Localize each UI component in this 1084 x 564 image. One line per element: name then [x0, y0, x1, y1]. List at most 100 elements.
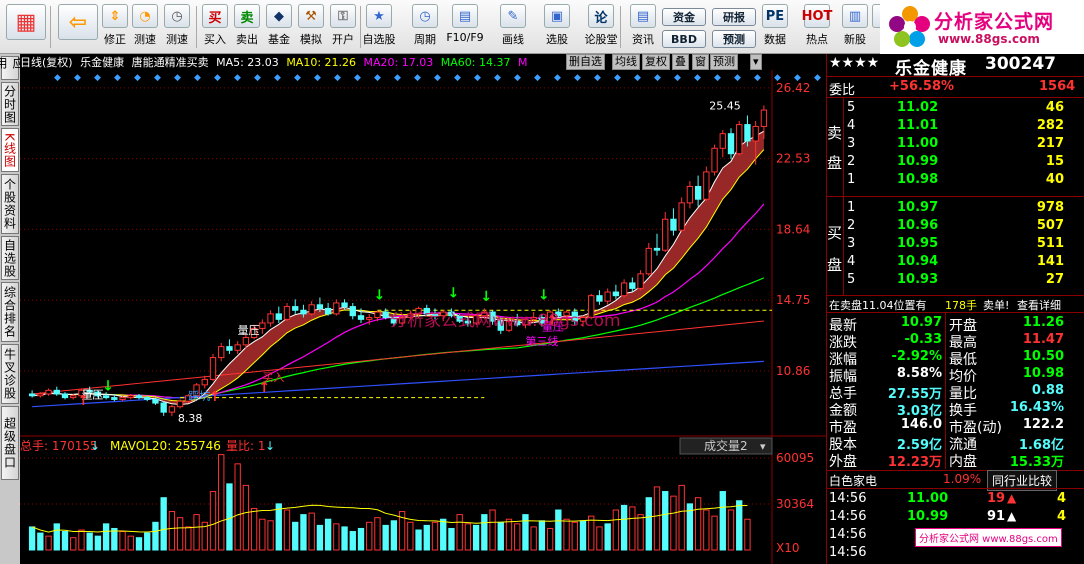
volume-bar: [505, 518, 513, 551]
signal-diamond-icon: ◆: [614, 73, 621, 83]
toolbar-btn-15[interactable]: 论论股堂: [584, 4, 618, 52]
chart-btn-0[interactable]: 删自选: [566, 54, 605, 70]
left-tab-6[interactable]: 牛叉诊股: [1, 344, 19, 404]
left-tab-4[interactable]: 自选股: [1, 236, 19, 280]
volume-bar: [736, 500, 743, 551]
low-price-label: 8.38: [178, 412, 203, 425]
left-tab-2[interactable]: K线图: [1, 128, 19, 172]
sell-label-top: 卖: [827, 124, 843, 142]
volume-bar: [571, 521, 578, 551]
left-tab-5[interactable]: 综合排名: [1, 282, 19, 342]
quote-value: 12.23万: [887, 455, 942, 470]
toolbar-btn-label: 基金: [268, 33, 290, 46]
left-tab-3[interactable]: 个股资料: [1, 174, 19, 234]
candle-body: [259, 322, 266, 329]
chart-menu-arrow-icon[interactable]: ▾: [750, 54, 762, 70]
toolbar-btn-4[interactable]: ◷ 测速: [160, 4, 194, 52]
candle-body: [620, 282, 628, 297]
logo-url: www.88gs.com: [938, 32, 1040, 46]
buy-volume: 511: [1036, 236, 1064, 251]
volume-bar: [456, 514, 463, 551]
speed-icon: ◔: [132, 4, 158, 28]
signal-diamond-icon: ◆: [194, 73, 201, 83]
buy-price: 10.94: [897, 254, 939, 269]
tick-time: 14:56: [829, 545, 867, 560]
tick-count: 4: [1057, 491, 1067, 506]
toolbar-btn-label: 卖出: [236, 33, 258, 46]
bbd-button[interactable]: BBD: [662, 30, 706, 48]
quote-value: 146.0: [900, 417, 942, 432]
toolbar-btn-2[interactable]: ⇕ 修正: [98, 4, 132, 52]
candle-body: [61, 393, 69, 399]
left-tab-bar: 应用分时图 K线图个股资料自选股综合排名牛叉诊股超级盘口: [0, 54, 25, 564]
sell-arrow-icon: ↓: [447, 286, 459, 302]
sell-volume: 282: [1036, 118, 1064, 133]
chart-btn-5[interactable]: 预测: [710, 54, 738, 70]
toolbar-btn-9[interactable]: ⚿ 开户: [326, 4, 360, 52]
volume-bar: [193, 514, 200, 551]
signal-diamond-icon: ◆: [554, 73, 561, 83]
toolbar-icon-btn-0[interactable]: ▦: [4, 4, 48, 52]
view-details-link[interactable]: 查看详细: [1017, 297, 1061, 313]
price-tick-label: 10.86: [776, 364, 810, 378]
toolbar-btn-label: 画线: [502, 33, 524, 46]
toolbar-btn-19[interactable]: ▥ 新股: [838, 4, 872, 52]
sell-price: 11.01: [897, 118, 939, 133]
toolbar-btn-3[interactable]: ◔ 测速: [128, 4, 162, 52]
candle-body: [596, 295, 603, 302]
candle-body: [612, 291, 620, 297]
left-tab-7[interactable]: 超级盘口: [1, 406, 19, 480]
back-arrow-icon: ⇦: [58, 4, 98, 40]
toolbar-btn-11[interactable]: ◷ 周期: [408, 4, 442, 52]
toolbar-btn-13[interactable]: ✎ 画线: [496, 4, 530, 52]
toolbar-btn-17[interactable]: PE 数据: [758, 4, 792, 52]
buy-level: 5: [847, 272, 856, 287]
forecast-button[interactable]: 预测: [712, 30, 756, 48]
research-button[interactable]: 研报: [712, 8, 756, 26]
volume-bar: [481, 514, 488, 551]
toolbar-btn-8[interactable]: ⚒ 模拟: [294, 4, 328, 52]
fund-button[interactable]: 资金: [662, 8, 706, 26]
volume-bar: [711, 515, 718, 551]
toolbar-btn-16[interactable]: ▤ 资讯: [626, 4, 660, 52]
tick-count: 4: [1057, 509, 1067, 524]
toolbar-btn-7[interactable]: ◆ 基金: [262, 4, 296, 52]
chart-btn-1[interactable]: 均线: [612, 54, 640, 70]
signal-diamond-icon: ◆: [274, 73, 281, 83]
candle-body: [678, 202, 685, 231]
section-divider: [827, 76, 1084, 77]
volume-bar: [86, 532, 93, 551]
toolbar-btn-18[interactable]: HOT 热点: [800, 4, 834, 52]
toolbar-btn-14[interactable]: ▣ 选股: [540, 4, 574, 52]
candle-body: [209, 357, 217, 380]
volume-tick-label: 30364: [776, 497, 814, 511]
chart-stock-name: 乐金健康: [80, 56, 125, 69]
volume-bar: [390, 520, 398, 551]
chart-btn-3[interactable]: 叠: [672, 54, 689, 70]
toolbar-btn-5[interactable]: 买买入: [198, 4, 232, 52]
candle-body: [637, 273, 644, 289]
signal-diamond-icon: ◆: [314, 73, 321, 83]
buy-label-bottom: 盘: [827, 256, 843, 274]
candle-body: [752, 125, 759, 142]
signal-diamond-icon: ◆: [814, 73, 821, 83]
toolbar-btn-12[interactable]: ▤ F10/F9: [446, 4, 484, 52]
period-icon: ◷: [412, 4, 438, 28]
toolbar-btn-6[interactable]: 卖卖出: [230, 4, 264, 52]
volume-bar: [366, 521, 373, 551]
watermark-badge: 分析家公式网 www.88gs.com: [915, 528, 1062, 547]
sell-volume: 40: [1045, 172, 1064, 187]
toolbar-icon-btn-1[interactable]: ⇦: [56, 4, 100, 52]
left-tab-0[interactable]: 应用: [0, 56, 25, 80]
toolbar-btn-label: 周期: [414, 33, 436, 46]
chart-btn-2[interactable]: 复权: [642, 54, 670, 70]
kline-chart[interactable]: 26.4222.5318.6414.7510.86◆ ◆ ◆ ◆ ◆ ◆ ◆ ◆ ◆ ◆ ◆ ◆ ◆ ◆ ◆…: [20, 70, 826, 564]
candle-body: [267, 313, 274, 324]
chart-btn-4[interactable]: 窗: [692, 54, 709, 70]
toolbar-btn-10[interactable]: ★ 自选股: [362, 4, 396, 52]
volume-bar: [555, 509, 562, 551]
candle-body: [662, 218, 669, 251]
volume-bar: [546, 527, 554, 551]
buy-price: 10.97: [897, 200, 939, 215]
left-tab-1[interactable]: 分时图: [1, 82, 19, 126]
